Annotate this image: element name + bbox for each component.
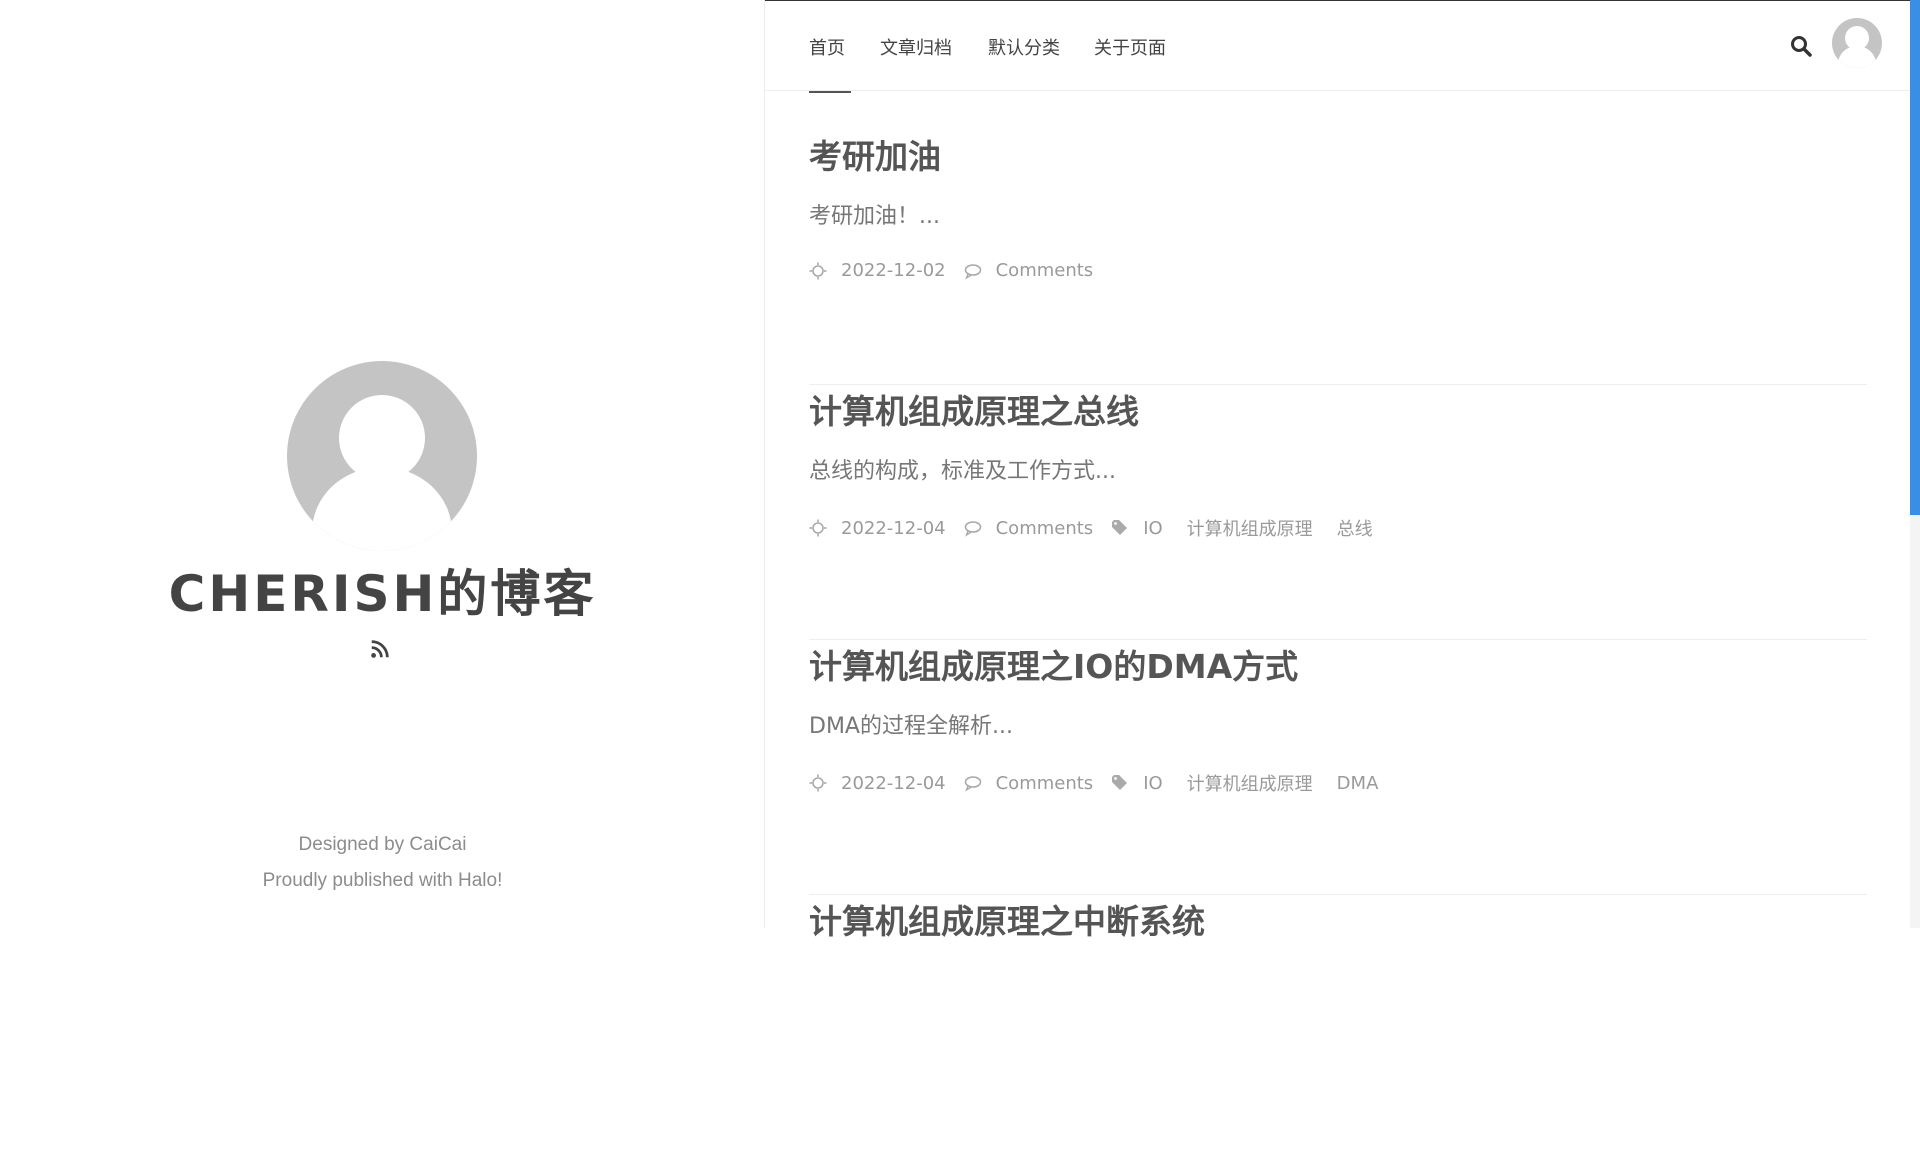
- post-date: 2022-12-02: [841, 260, 946, 281]
- post-item: 考研加油 考研加油！... 2022-12-02 Comments: [809, 130, 1867, 385]
- post-title[interactable]: 计算机组成原理之IO的DMA方式: [809, 640, 1298, 688]
- post-title[interactable]: 计算机组成原理之总线: [809, 385, 1139, 433]
- nav-home[interactable]: 首页: [809, 34, 845, 60]
- footer-published: Proudly published with Halo!: [262, 870, 503, 891]
- tag-link[interactable]: IO: [1143, 518, 1162, 539]
- user-avatar[interactable]: [1832, 18, 1882, 68]
- tag-link[interactable]: IO: [1143, 773, 1162, 794]
- nav-default-category[interactable]: 默认分类: [988, 34, 1060, 60]
- top-nav: 首页 文章归档 默认分类 关于页面: [765, 0, 1910, 93]
- post-meta: 2022-12-02 Comments: [809, 260, 1111, 281]
- comment-bubble-icon: [964, 776, 981, 792]
- post-meta: 2022-12-04 Comments IO 计算机组成原理 总线: [809, 515, 1397, 541]
- sun-icon: [809, 262, 827, 279]
- scrollbar-thumb[interactable]: [1910, 0, 1920, 515]
- post-excerpt: DMA的过程全解析...: [809, 714, 1013, 739]
- post-date: 2022-12-04: [841, 517, 946, 539]
- sun-icon: [809, 519, 827, 537]
- nav-archive[interactable]: 文章归档: [880, 34, 952, 60]
- sun-icon: [809, 774, 827, 792]
- post-title[interactable]: 计算机组成原理之中断系统: [809, 895, 1205, 943]
- tag-link[interactable]: 计算机组成原理: [1187, 770, 1313, 796]
- nav-active-indicator: [809, 91, 851, 93]
- comment-bubble-icon: [964, 263, 981, 280]
- profile-panel: CHERISH的博客 Designed by CaiCai Proudly pu…: [0, 0, 765, 928]
- post-excerpt: 考研加油！...: [809, 204, 940, 229]
- post-date: 2022-12-04: [841, 772, 946, 794]
- blog-title: CHERISH的博客: [168, 565, 597, 623]
- post-meta: 2022-12-04 Comments IO 计算机组成原理 DMA: [809, 770, 1402, 796]
- nav-about[interactable]: 关于页面: [1094, 34, 1166, 60]
- post-title[interactable]: 考研加油: [809, 130, 941, 178]
- tag-link[interactable]: 计算机组成原理: [1187, 515, 1313, 541]
- search-icon[interactable]: [1789, 34, 1813, 58]
- post-comments-link[interactable]: Comments: [996, 260, 1094, 281]
- footer-designed: Designed by CaiCai: [298, 834, 467, 855]
- tag-icon: [1112, 520, 1128, 535]
- post-item: 计算机组成原理之IO的DMA方式 DMA的过程全解析... 2022-12-04…: [809, 640, 1867, 895]
- post-excerpt: 总线的构成，标准及工作方式...: [809, 459, 1116, 484]
- profile-avatar: [287, 361, 477, 551]
- tag-icon: [1112, 775, 1128, 790]
- post-comments-link[interactable]: Comments: [996, 773, 1094, 794]
- tag-link[interactable]: DMA: [1337, 773, 1379, 794]
- rss-icon[interactable]: [369, 638, 391, 660]
- comment-bubble-icon: [964, 521, 981, 537]
- post-comments-link[interactable]: Comments: [996, 518, 1094, 539]
- post-item: 计算机组成原理之中断系统: [809, 895, 1867, 1150]
- post-item: 计算机组成原理之总线 总线的构成，标准及工作方式... 2022-12-04 C…: [809, 385, 1867, 640]
- tag-link[interactable]: 总线: [1337, 515, 1373, 541]
- main-content: 首页 文章归档 默认分类 关于页面 考研加油 考研加油！... 2022-12-…: [765, 0, 1910, 941]
